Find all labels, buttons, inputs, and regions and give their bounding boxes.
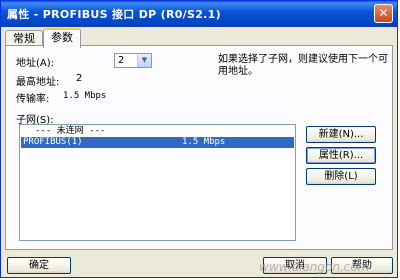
parameters-panel: 地址(A): 2 ▼ 最高地址: 2 传输率: 1.5 Mbps 如果选择了子网… <box>5 45 393 250</box>
subnet-name: --- 未连网 --- <box>35 126 106 136</box>
ok-button[interactable]: 确定 <box>7 257 71 274</box>
new-button[interactable]: 新建(N)... <box>306 126 376 143</box>
tab-parameters[interactable]: 参数 <box>43 28 81 48</box>
address-label: 地址(A): <box>16 58 55 69</box>
properties-dialog: 属性 - PROFIBUS 接口 DP (R0/S2.1) ✕ 常规 参数 地址… <box>0 0 398 278</box>
transmission-rate-value: 1.5 Mbps <box>63 91 107 101</box>
transmission-rate-label: 传输率: <box>16 94 50 105</box>
tab-strip: 常规 参数 <box>5 28 81 48</box>
highest-address-label: 最高地址: <box>16 77 60 88</box>
close-icon[interactable]: ✕ <box>374 4 393 23</box>
subnet-rate: 1.5 Mbps <box>182 137 226 147</box>
highest-address-value: 2 <box>76 73 83 84</box>
watermark-text: www.diangon.com <box>259 260 370 274</box>
subnet-name: PROFIBUS(1) <box>23 137 83 147</box>
address-select[interactable]: 2 ▼ <box>114 53 152 68</box>
chevron-down-icon[interactable]: ▼ <box>137 54 151 67</box>
address-hint: 如果选择了子网，则建议使用下一个可用地址。 <box>218 54 388 77</box>
properties-button[interactable]: 属性(R)... <box>306 147 376 164</box>
subnet-list[interactable]: --- 未连网 --- PROFIBUS(1) 1.5 Mbps <box>19 124 296 241</box>
address-value: 2 <box>118 55 125 66</box>
list-item[interactable]: PROFIBUS(1) 1.5 Mbps <box>21 137 294 148</box>
window-title: 属性 - PROFIBUS 接口 DP (R0/S2.1) <box>7 8 221 21</box>
delete-button[interactable]: 删除(L) <box>306 168 376 185</box>
title-bar[interactable]: 属性 - PROFIBUS 接口 DP (R0/S2.1) ✕ <box>1 1 397 27</box>
list-item[interactable]: --- 未连网 --- <box>21 126 294 137</box>
